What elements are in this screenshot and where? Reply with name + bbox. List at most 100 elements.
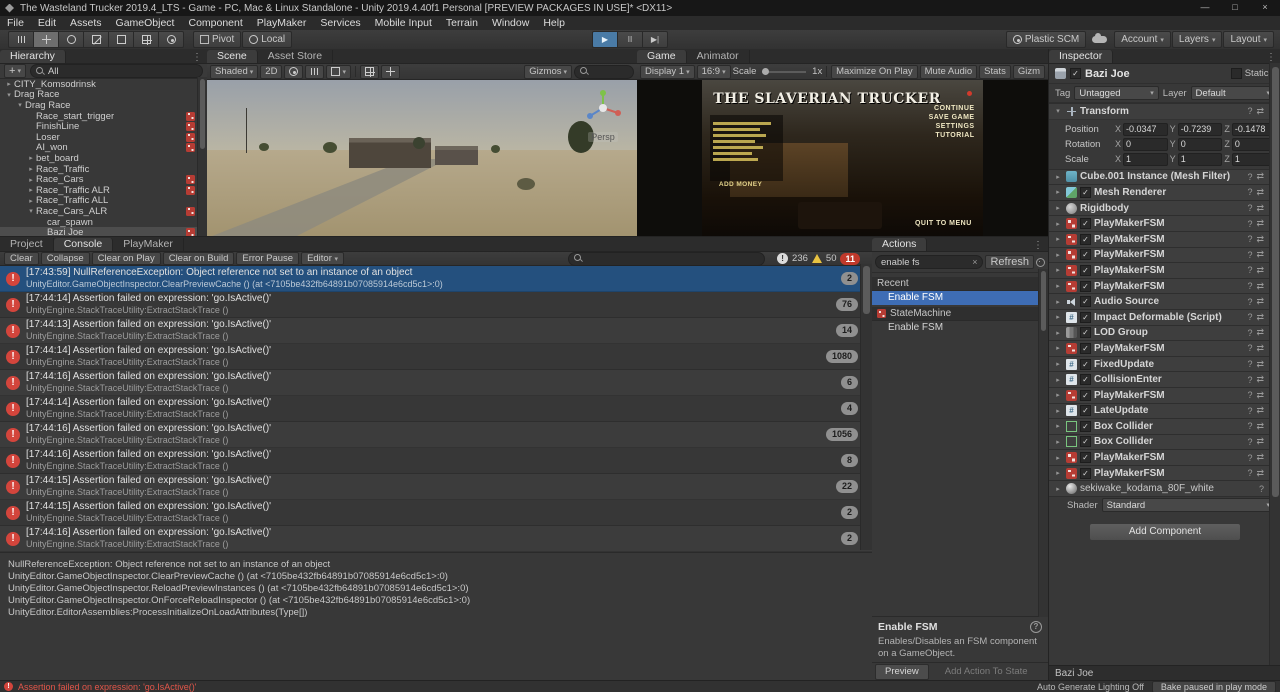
rotate-tool-button[interactable] [59, 31, 84, 48]
menu-gameobject[interactable]: GameObject [109, 16, 182, 30]
rect-tool-button[interactable] [109, 31, 134, 48]
tab-project[interactable]: Project [0, 238, 54, 251]
preset-icon[interactable]: ⇄ [1256, 249, 1264, 260]
foldout-closed-icon[interactable]: ▸ [26, 154, 36, 162]
tab-asset-store[interactable]: Asset Store [258, 50, 334, 63]
enabled-checkbox[interactable]: ✓ [1080, 280, 1091, 292]
static-checkbox[interactable]: ✓ [1230, 68, 1242, 79]
gameobject-name-field[interactable]: Bazi Joe [1085, 68, 1227, 80]
aspect-dropdown[interactable]: 16:9 ▾ [696, 64, 731, 79]
foldout-closed-icon[interactable]: ▸ [1053, 220, 1063, 228]
foldout-closed-icon[interactable]: ▸ [1053, 485, 1063, 493]
hierarchy-item-bazi-joe[interactable]: Bazi Joe [0, 227, 207, 236]
clear-search-icon[interactable]: × [972, 257, 977, 267]
menu-help[interactable]: Help [536, 16, 572, 30]
component-rigidbody[interactable]: ▸Rigidbody?⇄⋮ [1049, 199, 1280, 216]
foldout-closed-icon[interactable]: ▸ [1053, 173, 1063, 181]
enabled-checkbox[interactable]: ✓ [1080, 374, 1091, 386]
preset-icon[interactable]: ⇄ [1256, 452, 1264, 463]
actions-group-statemachine[interactable]: StateMachine [872, 307, 1048, 321]
play-button[interactable]: ▶ [592, 31, 618, 48]
enabled-checkbox[interactable]: ✓ [1080, 358, 1091, 370]
preset-icon[interactable]: ⇄ [1256, 218, 1264, 229]
action-item-enable-fsm[interactable]: Enable FSM [872, 321, 1048, 335]
clear-button[interactable]: Clear [4, 252, 39, 265]
component-playmakerfsm[interactable]: ▸✓PlayMakerFSM?⇄⋮ [1049, 277, 1280, 294]
tag-dropdown[interactable]: Untagged ▾ [1074, 86, 1159, 100]
step-button[interactable]: ▶| [643, 31, 668, 48]
help-icon[interactable]: ? [1247, 343, 1252, 353]
component-lateupdate[interactable]: ▸✓LateUpdate?⇄⋮ [1049, 402, 1280, 419]
projection-label[interactable]: Persp [588, 132, 618, 142]
foldout-closed-icon[interactable]: ▸ [1053, 454, 1063, 462]
preset-icon[interactable]: ⇄ [1256, 405, 1264, 416]
component-transform[interactable]: ▾ Transform ? ⇄ ⋮ [1049, 103, 1280, 119]
foldout-closed-icon[interactable]: ▸ [1053, 282, 1063, 290]
local-toggle[interactable]: Local [242, 31, 293, 48]
scale-x-field[interactable]: 1 [1123, 152, 1168, 166]
help-icon[interactable]: ? [1247, 453, 1252, 463]
settings-gear-icon[interactable] [1036, 257, 1045, 267]
hierarchy-item-drag-race[interactable]: ▾ Drag Race [0, 100, 207, 111]
panel-menu-icon[interactable]: ⋮ [1261, 52, 1280, 63]
tab-game[interactable]: Game [637, 50, 687, 63]
foldout-closed-icon[interactable]: ▸ [1053, 298, 1063, 306]
menu-file[interactable]: File [0, 16, 31, 30]
foldout-closed-icon[interactable]: ▸ [1053, 188, 1063, 196]
foldout-closed-icon[interactable]: ▸ [1053, 313, 1063, 321]
scale-slider[interactable] [762, 67, 807, 75]
action-item-enable-fsm[interactable]: Enable FSM [872, 291, 1048, 305]
component-box-collider[interactable]: ▸✓Box Collider?⇄⋮ [1049, 418, 1280, 434]
slider-knob[interactable] [762, 67, 770, 75]
custom-tool-button[interactable] [159, 31, 184, 48]
error-count-badge[interactable]: 11 [840, 252, 860, 265]
foldout-open-icon[interactable]: ▾ [26, 207, 36, 215]
scrollbar-thumb[interactable] [1041, 271, 1046, 331]
foldout-open-icon[interactable]: ▾ [15, 101, 25, 109]
foldout-open-icon[interactable]: ▾ [1053, 107, 1063, 115]
foldout-closed-icon[interactable]: ▸ [26, 186, 36, 194]
preset-icon[interactable]: ⇄ [1256, 281, 1264, 292]
enabled-checkbox[interactable]: ✓ [1080, 233, 1091, 245]
console-entry[interactable]: ! [17:44:14] Assertion failed on expressi… [0, 396, 872, 422]
collapse-button[interactable]: Collapse [40, 252, 90, 265]
help-icon[interactable]: ? [1247, 203, 1252, 213]
help-icon[interactable]: ? [1259, 484, 1264, 494]
console-entry[interactable]: ! [17:44:16] Assertion failed on expressi… [0, 370, 872, 396]
preset-icon[interactable]: ⇄ [1256, 234, 1264, 245]
component-playmakerfsm[interactable]: ▸✓PlayMakerFSM?⇄⋮ [1049, 464, 1280, 481]
enabled-checkbox[interactable]: ✓ [1080, 249, 1091, 261]
hierarchy-item-car-spawn[interactable]: car_spawn [0, 217, 207, 228]
menu-assets[interactable]: Assets [63, 16, 109, 30]
hierarchy-item-race-cars[interactable]: ▸ Race_Cars [0, 174, 207, 185]
foldout-open-icon[interactable]: ▾ [4, 91, 14, 99]
foldout-closed-icon[interactable]: ▸ [1053, 391, 1063, 399]
scale-tool-button[interactable] [84, 31, 109, 48]
component-playmakerfsm[interactable]: ▸✓PlayMakerFSM?⇄⋮ [1049, 246, 1280, 263]
menu-window[interactable]: Window [485, 16, 536, 30]
preset-icon[interactable]: ⇄ [1256, 468, 1264, 479]
actions-search[interactable]: × [875, 255, 984, 269]
console-search[interactable] [568, 251, 766, 266]
preset-icon[interactable]: ⇄ [1256, 436, 1264, 447]
add-component-button[interactable]: Add Component [1089, 523, 1241, 542]
console-entry[interactable]: ! [17:44:15] Assertion failed on expressi… [0, 474, 872, 500]
close-button[interactable]: × [1250, 0, 1280, 16]
enabled-checkbox[interactable]: ✓ [1080, 389, 1091, 401]
help-icon[interactable]: ? [1247, 390, 1252, 400]
hierarchy-item-city-komsodrinsk[interactable]: ▸ CITY_Komsodrinsk [0, 79, 207, 90]
preset-icon[interactable]: ⇄ [1256, 359, 1264, 370]
foldout-closed-icon[interactable]: ▸ [1053, 376, 1063, 384]
tab-console[interactable]: Console [53, 238, 114, 251]
scrollbar-thumb[interactable] [863, 266, 870, 314]
component-playmakerfsm[interactable]: ▸✓PlayMakerFSM?⇄⋮ [1049, 262, 1280, 278]
tab-inspector[interactable]: Inspector [1049, 50, 1114, 63]
preset-icon[interactable]: ⇄ [1256, 203, 1264, 214]
help-icon[interactable]: ? [1247, 468, 1252, 478]
enabled-checkbox[interactable]: ✓ [1080, 452, 1091, 464]
layer-dropdown[interactable]: Default ▾ [1190, 86, 1275, 100]
enabled-checkbox[interactable]: ✓ [1080, 186, 1091, 198]
actions-scrollbar[interactable] [1038, 269, 1048, 617]
foldout-closed-icon[interactable]: ▸ [4, 80, 14, 88]
create-menu-button[interactable]: + ▾ [4, 64, 26, 78]
